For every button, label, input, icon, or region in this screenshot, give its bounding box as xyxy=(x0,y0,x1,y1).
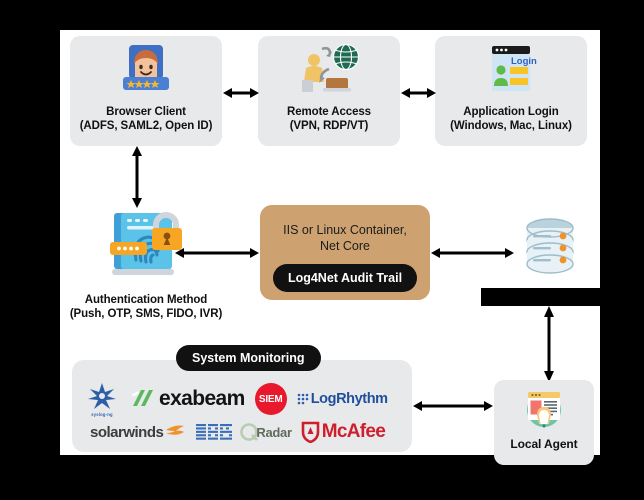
logo-qradar-text: Radar xyxy=(256,424,292,440)
node-remote-access-line2: (VPN, RDP/VT) xyxy=(289,120,369,132)
logo-mcafee-text: McAfee xyxy=(321,421,386,442)
logo-solarwinds-text: solarwinds xyxy=(90,423,164,441)
node-application-login-line2: (Windows, Mac, Linux) xyxy=(450,120,572,132)
diagram-frame: Browser Client (ADFS, SAML2, Open ID) Re… xyxy=(0,0,644,500)
logo-mcafee: McAfee xyxy=(301,421,386,443)
node-browser-client[interactable]: Browser Client (ADFS, SAML2, Open ID) xyxy=(70,36,222,146)
logo-exabeam-text: exabeam xyxy=(159,387,245,410)
node-core-container[interactable]: IIS or Linux Container, Net Core Log4Net… xyxy=(260,205,430,300)
node-application-login-line1: Application Login xyxy=(463,106,559,118)
user-avatar-badge-icon xyxy=(119,43,173,100)
logo-siem-text: SIEM xyxy=(258,393,283,405)
logo-logrhythm-text: LogRhythm xyxy=(310,391,388,407)
node-local-agent[interactable]: Local Agent xyxy=(494,380,594,465)
monitoring-logo-row-2: solarwinds Radar McAfee xyxy=(90,418,400,446)
node-auth-method-line2: (Push, OTP, SMS, FIDO, IVR) xyxy=(69,308,223,320)
svg-text:Login: Login xyxy=(511,56,537,67)
diagram-canvas: Browser Client (ADFS, SAML2, Open ID) Re… xyxy=(60,30,644,465)
monitoring-logo-row-1: syslog-ng exabeam SIEM LogRhythm xyxy=(84,382,400,417)
fingerprint-lock-icon xyxy=(100,208,192,289)
panel-system-monitoring[interactable]: syslog-ng exabeam SIEM LogRhythm solarwi… xyxy=(72,360,412,452)
login-window-icon: Login xyxy=(483,43,539,100)
remote-worker-globe-icon xyxy=(296,43,362,100)
node-browser-client-line2: (ADFS, SAML2, Open ID) xyxy=(79,120,213,132)
connector-remote-to-applogin xyxy=(401,88,436,98)
logo-syslog-ng: syslog-ng xyxy=(84,382,120,417)
database-label-redaction xyxy=(481,288,644,306)
agent-document-icon xyxy=(520,386,568,435)
badge-system-monitoring[interactable]: System Monitoring xyxy=(176,345,321,371)
node-remote-access[interactable]: Remote Access (VPN, RDP/VT) xyxy=(258,36,400,146)
node-local-agent-label: Local Agent xyxy=(510,437,578,451)
node-application-login[interactable]: Login Application Login (Windows, Mac, L… xyxy=(435,36,587,146)
connector-browser-to-auth xyxy=(132,146,142,208)
logo-exabeam: exabeam xyxy=(130,387,245,411)
logo-solarwinds: solarwinds xyxy=(90,421,186,443)
logo-syslog-ng-text: syslog-ng xyxy=(91,411,113,417)
node-remote-access-line1: Remote Access xyxy=(287,106,371,118)
node-auth-method[interactable]: Authentication Method (Push, OTP, SMS, F… xyxy=(70,208,222,328)
logo-ibm-qradar: Radar xyxy=(195,420,292,444)
database-cylinder-icon xyxy=(521,216,579,293)
log4net-audit-trail-pill[interactable]: Log4Net Audit Trail xyxy=(272,264,418,292)
connector-monitoring-to-localagent xyxy=(413,401,493,411)
logo-siem: SIEM xyxy=(254,383,287,415)
core-title-line2: Net Core xyxy=(319,239,371,253)
logo-logrhythm: LogRhythm xyxy=(297,391,388,407)
node-auth-method-line1: Authentication Method xyxy=(84,294,208,306)
node-browser-client-line1: Browser Client xyxy=(106,106,186,118)
connector-browser-to-remote xyxy=(223,88,259,98)
core-title-line1: IIS or Linux Container, xyxy=(283,223,407,237)
